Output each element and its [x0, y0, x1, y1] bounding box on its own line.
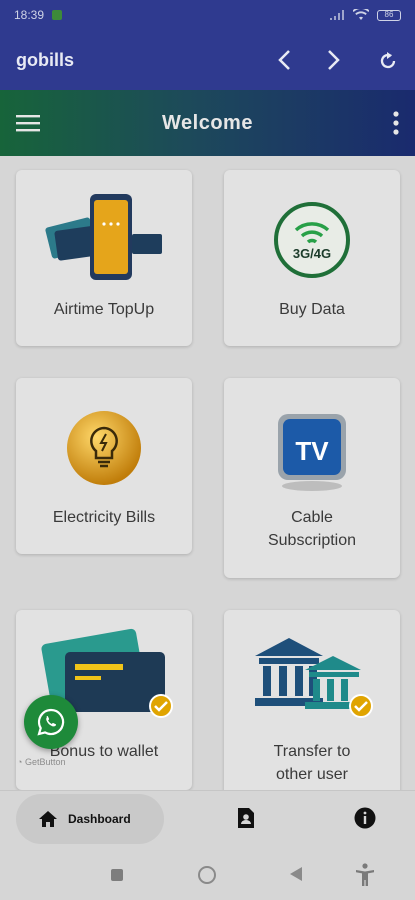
- lightbulb-icon: [67, 411, 141, 485]
- services-grid: Airtime TopUp 3G/4G Buy Data Electricity…: [0, 156, 415, 790]
- signal-icon: [330, 10, 344, 20]
- whatsapp-button[interactable]: [24, 695, 78, 749]
- more-vert-icon: [393, 111, 399, 135]
- chevron-left-icon: [278, 50, 290, 70]
- more-options-button[interactable]: [393, 111, 399, 135]
- airtime-topup-label: Airtime TopUp: [53, 301, 155, 318]
- status-icons: 86: [329, 9, 401, 21]
- status-time: 18:39: [14, 8, 45, 22]
- nav-dashboard-label: Dashboard: [68, 812, 131, 826]
- getbutton-credit[interactable]: ◔ GetButton: [17, 757, 65, 767]
- getbutton-text: GetButton: [24, 757, 66, 767]
- refresh-icon: [380, 52, 396, 69]
- cable-subscription-label: Cable Subscription: [230, 506, 394, 552]
- data-badge: 3G/4G: [293, 246, 331, 261]
- status-bar: 18:39 86: [0, 0, 415, 30]
- transfer-label-line1: Transfer to: [273, 743, 351, 760]
- browser-toolbar: gobills: [0, 30, 415, 90]
- getbutton-logo-icon: ◔: [17, 757, 23, 767]
- cable-illustration: TV: [224, 408, 400, 492]
- reload-button[interactable]: [377, 49, 399, 71]
- data-signal-icon: 3G/4G: [274, 202, 350, 278]
- transfer-card[interactable]: Transfer to other user: [224, 610, 400, 790]
- cable-subscription-card[interactable]: TV Cable Subscription: [224, 378, 400, 578]
- tv-badge: TV: [295, 436, 329, 466]
- buy-data-card[interactable]: 3G/4G Buy Data: [224, 170, 400, 346]
- bank-icon: [255, 638, 373, 718]
- back-button[interactable]: [277, 49, 291, 71]
- whatsapp-icon: [37, 708, 65, 736]
- cable-label-line2: Subscription: [267, 532, 357, 549]
- phone-cards-icon: [45, 194, 162, 280]
- browser-nav: [277, 49, 399, 71]
- nav-info[interactable]: [354, 807, 376, 829]
- back-triangle-icon: [290, 867, 302, 881]
- accessibility-button[interactable]: [355, 863, 375, 887]
- transfer-illustration: [224, 630, 400, 720]
- airtime-topup-card[interactable]: Airtime TopUp: [16, 170, 192, 346]
- battery-icon: 86: [377, 9, 401, 21]
- electricity-illustration: [16, 408, 192, 488]
- contact-file-icon: [238, 808, 254, 828]
- tv-icon: TV: [278, 414, 346, 491]
- notification-app-icon: [52, 10, 63, 20]
- buy-data-label: Buy Data: [279, 301, 345, 318]
- system-back-button[interactable]: [289, 866, 303, 882]
- chevron-right-icon: [328, 50, 340, 70]
- home-button[interactable]: [198, 866, 216, 884]
- recents-button[interactable]: [111, 869, 123, 881]
- system-navigation-bar: [0, 850, 415, 900]
- nav-profile[interactable]: [236, 807, 256, 829]
- airtime-illustration: [16, 192, 192, 284]
- accessibility-icon: [356, 863, 374, 886]
- hamburger-icon: [16, 115, 40, 132]
- home-icon: [39, 811, 57, 827]
- transfer-label-line2: other user: [275, 766, 349, 783]
- info-icon: [354, 807, 376, 829]
- nav-dashboard[interactable]: Dashboard: [16, 794, 164, 844]
- forward-button[interactable]: [327, 49, 341, 71]
- page-title: Welcome: [162, 111, 253, 134]
- buy-data-illustration: 3G/4G: [224, 200, 400, 280]
- transfer-label: Transfer to other user: [230, 740, 394, 786]
- app-header: Welcome: [0, 90, 415, 156]
- bottom-navigation: Dashboard: [0, 790, 415, 850]
- electricity-bills-card[interactable]: Electricity Bills: [16, 378, 192, 554]
- electricity-bills-label: Electricity Bills: [52, 509, 156, 526]
- wifi-icon: [353, 9, 369, 20]
- cable-label-line1: Cable: [291, 509, 333, 526]
- menu-button[interactable]: [16, 113, 40, 133]
- browser-title: gobills: [16, 49, 74, 70]
